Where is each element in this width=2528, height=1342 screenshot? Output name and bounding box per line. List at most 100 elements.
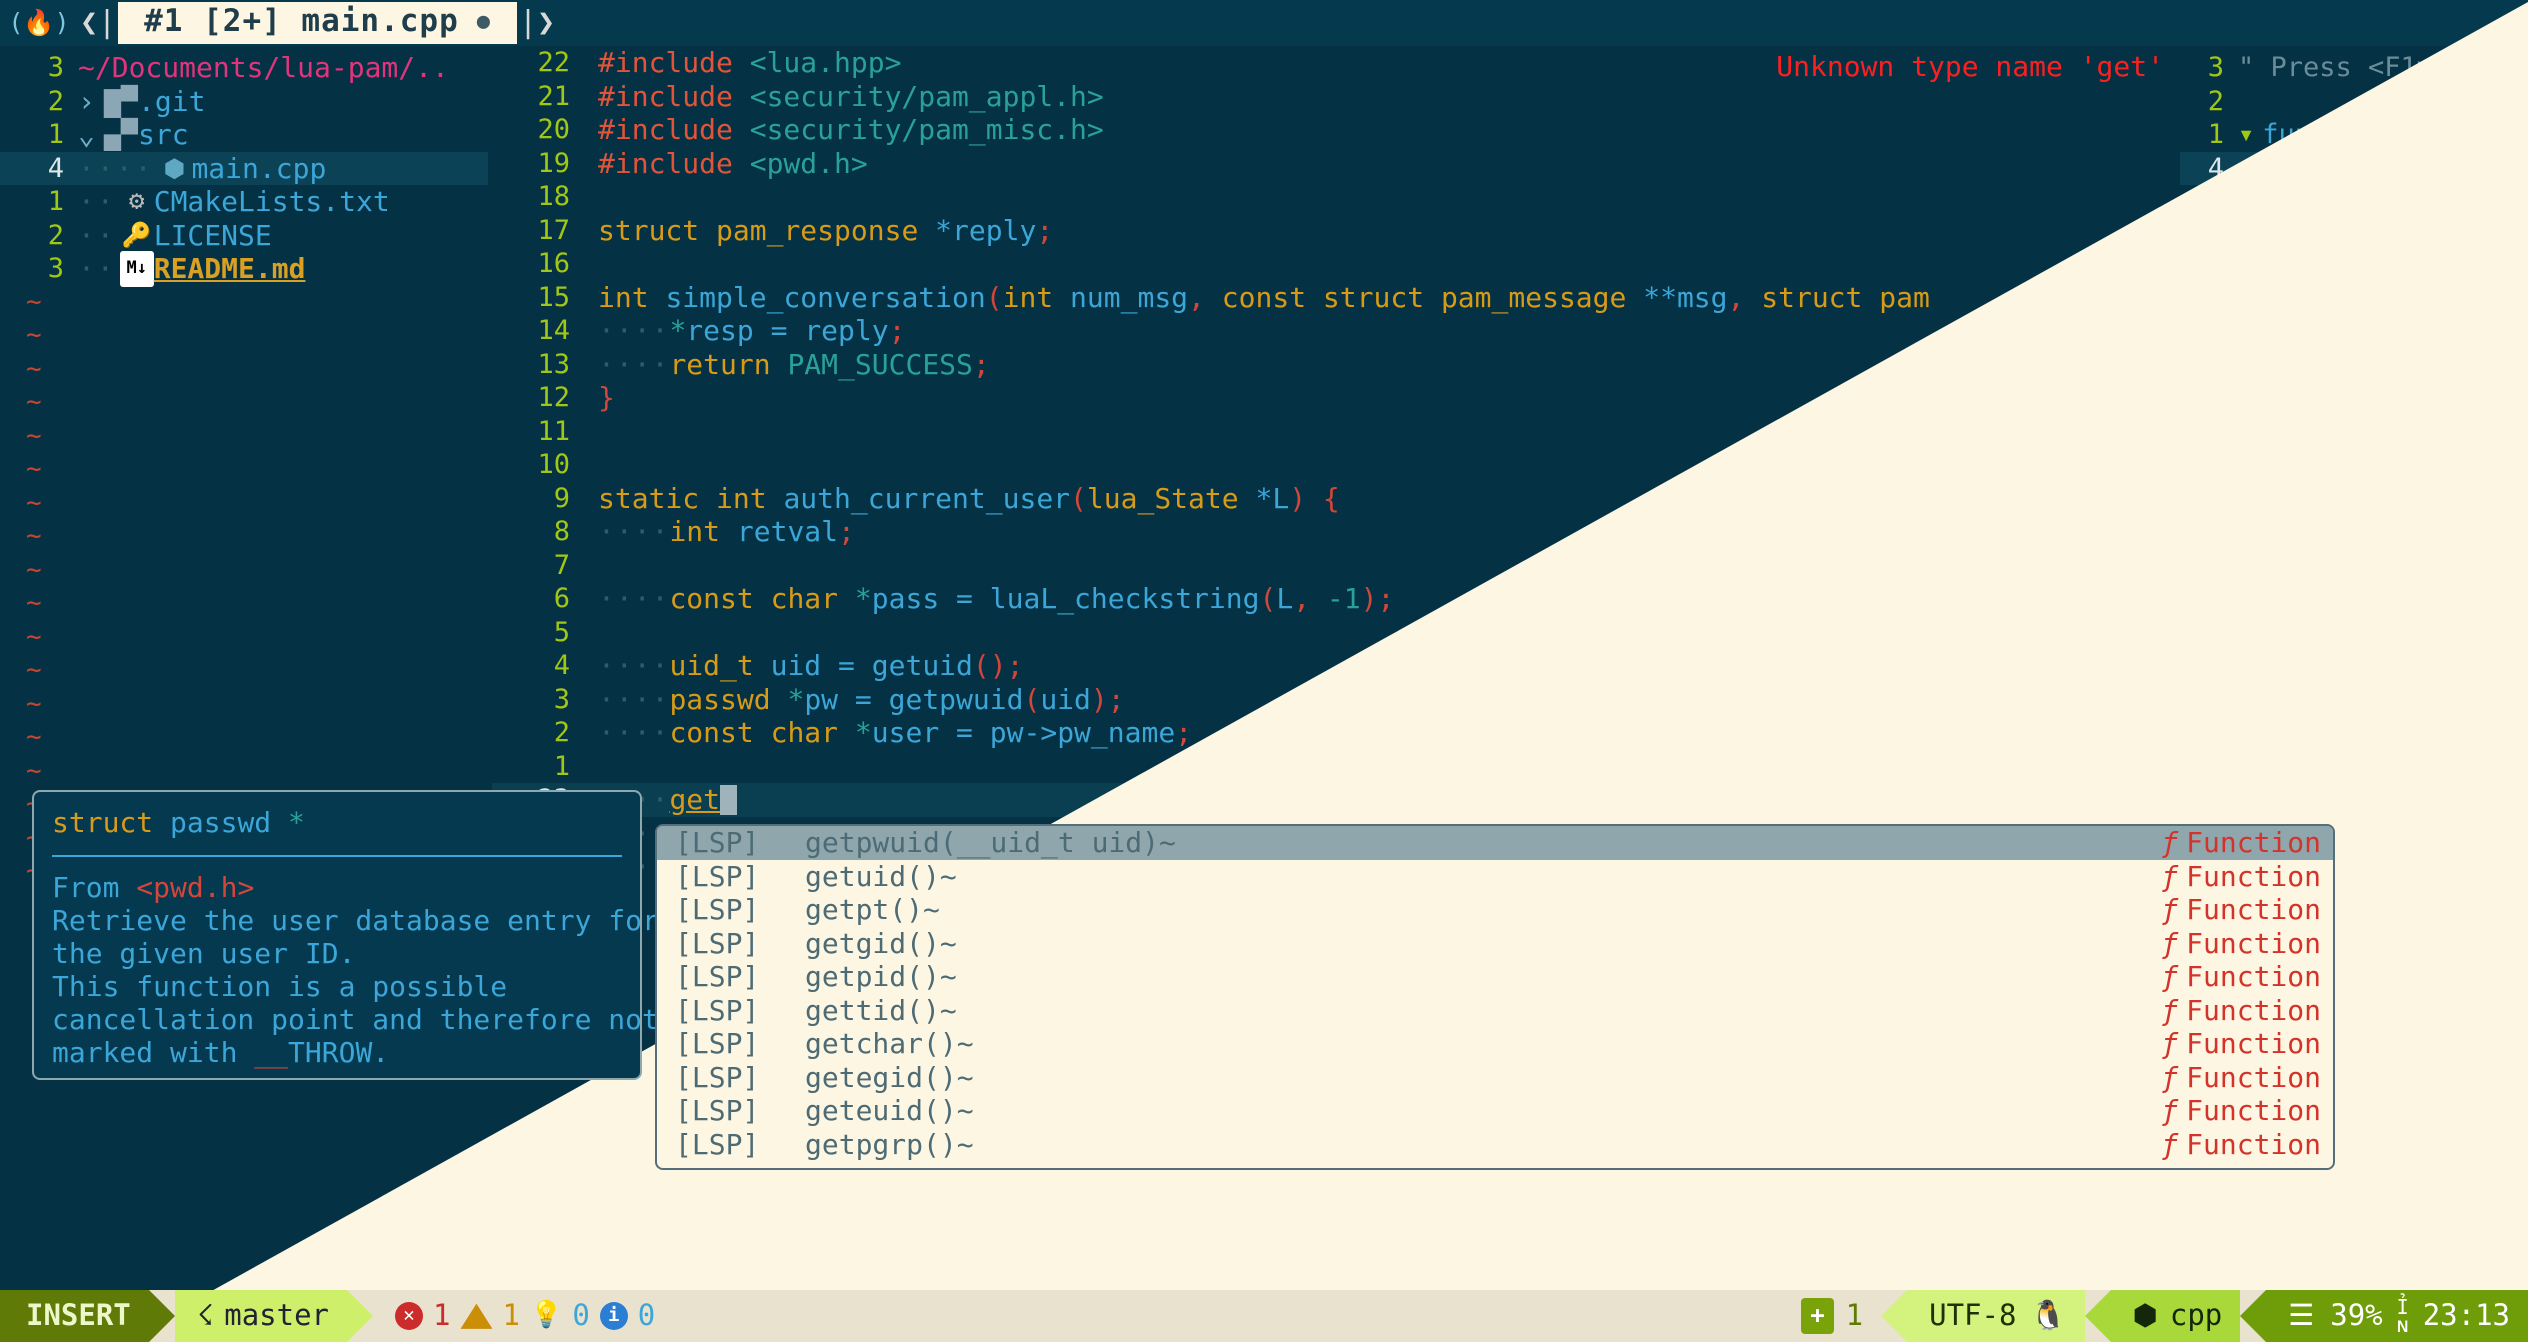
scroll-percent: 39% <box>2330 1299 2382 1333</box>
code-token: * <box>935 214 952 247</box>
fold-down-icon[interactable]: ▾ <box>2238 118 2262 152</box>
line-content: struct pam_response *reply; <box>588 214 1053 248</box>
code-token: = <box>956 716 990 749</box>
tree-empty-line: ~ <box>0 688 488 722</box>
completion-item[interactable]: [LSP]getuid()~ƒFunction <box>657 860 2333 894</box>
tree-empty-line: ~ <box>0 587 488 621</box>
code-line[interactable]: 17struct pam_response *reply; <box>492 214 2180 248</box>
chevron-down-icon[interactable]: ⌄ <box>78 118 104 152</box>
line-content: ····*resp = reply; <box>588 314 905 348</box>
tree-empty-line: ~ <box>0 621 488 655</box>
info-icon: i <box>600 1302 628 1330</box>
filetype-segment[interactable]: ⬢ cpp <box>2111 1290 2241 1342</box>
completion-item[interactable]: [LSP]getpgrp()~ƒFunction <box>657 1128 2333 1162</box>
code-line[interactable]: 19#include <pwd.h> <box>492 147 2180 181</box>
tilde-marker: ~ <box>0 386 42 420</box>
encoding-segment[interactable]: UTF-8 🐧 <box>1907 1290 2084 1342</box>
tree-row-readme[interactable]: 3 ·· M↓ README.md <box>0 252 488 286</box>
tree-row-license[interactable]: 2 ·· 🔑 LICENSE <box>0 219 488 253</box>
completion-item[interactable]: [LSP]getgid()~ƒFunction <box>657 927 2333 961</box>
tab-main-cpp[interactable]: #1 [2+] main.cpp ● <box>118 2 517 44</box>
completion-items[interactable]: [LSP]getpwuid(__uid_t uid)~ƒFunction[LSP… <box>657 826 2333 1161</box>
line-number: 11 <box>492 415 588 449</box>
git-diff-segment[interactable]: + 1 <box>1779 1290 1881 1342</box>
code-token: passwd <box>669 683 787 716</box>
line-number: 6 <box>492 582 588 616</box>
tree-empty-line: ~ <box>0 319 488 353</box>
tilde-marker: ~ <box>0 587 42 621</box>
code-token: ···· <box>598 683 669 716</box>
completion-kind: ƒFunction <box>2161 1027 2321 1061</box>
completion-item[interactable]: [LSP]getchar()~ƒFunction <box>657 1027 2333 1061</box>
code-token: PAM_SUCCESS <box>787 348 972 381</box>
tree-row-main-cpp[interactable]: 4 ···· ⬢ main.cpp <box>0 152 488 186</box>
code-token: <pwd.h> <box>750 147 868 180</box>
code-token: , <box>1728 281 1762 314</box>
completion-item[interactable]: [LSP]geteuid()~ƒFunction <box>657 1094 2333 1128</box>
line-content: int simple_conversation(int num_msg, con… <box>588 281 1930 315</box>
tree-row-git[interactable]: 2 › ▇▀ .git <box>0 85 488 119</box>
completion-item[interactable]: [LSP]getpid()~ƒFunction <box>657 960 2333 994</box>
cpp-icon: ⬢ <box>2133 1299 2170 1333</box>
tilde-marker: ~ <box>0 688 42 722</box>
completion-item[interactable]: [LSP]gettid()~ƒFunction <box>657 994 2333 1028</box>
encoding-separator-icon <box>1881 1290 1907 1342</box>
tab-modified-icon: ● <box>477 5 491 39</box>
tree-empty-line: ~ <box>0 286 488 320</box>
progress-segment[interactable]: ☰ 39% Ỉɴ 23:13 <box>2266 1290 2528 1342</box>
line-content: ····int retval; <box>588 515 855 549</box>
tree-row-src[interactable]: 1 ⌄ ▄▀ src <box>0 118 488 152</box>
tree-row-path[interactable]: 3 ~/Documents/lua-pam/.. <box>0 51 488 85</box>
code-token: ; <box>1175 716 1192 749</box>
code-token: retval <box>737 515 838 548</box>
code-token: msg <box>1677 281 1728 314</box>
line-number: 2 <box>492 716 588 750</box>
statusline-spacer <box>673 1290 1779 1342</box>
code-token: ); <box>1361 582 1395 615</box>
diagnostics-segment[interactable]: ✕ 1 1 💡 0 i 0 <box>373 1290 673 1342</box>
hint-icon: 💡 <box>530 1299 562 1333</box>
code-token: return <box>669 348 787 381</box>
code-token: int <box>1003 281 1070 314</box>
completion-item[interactable]: [LSP]getegid()~ƒFunction <box>657 1061 2333 1095</box>
tab-prev-icon[interactable]: ❮| <box>78 6 118 40</box>
code-token: * <box>855 716 872 749</box>
tree-item-label: .git <box>138 85 205 119</box>
completion-label: getegid()~ <box>805 1061 2161 1095</box>
code-line[interactable]: 20#include <security/pam_misc.h> <box>492 113 2180 147</box>
mode-indicator: INSERT <box>0 1290 149 1342</box>
tab-next-icon[interactable]: |❯ <box>517 6 557 40</box>
code-token: ···· <box>598 515 669 548</box>
file-tree-sidebar[interactable]: 3 ~/Documents/lua-pam/.. 2 › ▇▀ .git 1 ⌄… <box>0 46 488 1342</box>
hover-documentation-popup: struct passwd * From <pwd.h> Retrieve th… <box>32 790 642 1080</box>
tree-indent: ·· <box>78 219 120 253</box>
filetype-label: cpp <box>2170 1299 2222 1333</box>
git-branch-segment[interactable]: ☇ master <box>175 1290 347 1342</box>
completion-source: [LSP] <box>675 1128 805 1162</box>
line-content: } <box>588 381 615 415</box>
code-token: <lua.hpp> <box>750 46 902 79</box>
chevron-right-icon[interactable]: › <box>78 85 104 119</box>
completion-item[interactable]: [LSP]getpt()~ƒFunction <box>657 893 2333 927</box>
code-line[interactable]: 21#include <security/pam_appl.h> <box>492 80 2180 114</box>
hint-count: 0 <box>572 1299 589 1333</box>
code-token: lua_State <box>1087 482 1256 515</box>
completion-label: getuid()~ <box>805 860 2161 894</box>
code-line[interactable]: 16 <box>492 247 2180 281</box>
code-line[interactable]: 18 <box>492 180 2180 214</box>
code-token: char <box>771 582 855 615</box>
lsp-completion-popup[interactable]: [LSP]getpwuid(__uid_t uid)~ƒFunction[LSP… <box>655 824 2335 1170</box>
linux-penguin-icon: 🐧 <box>2016 1299 2066 1333</box>
completion-item[interactable]: [LSP]getpwuid(__uid_t uid)~ƒFunction <box>657 826 2333 860</box>
line-number: 15 <box>492 281 588 315</box>
tree-item-label: CMakeLists.txt <box>154 185 390 219</box>
completion-label: geteuid()~ <box>805 1094 2161 1128</box>
tilde-marker: ~ <box>0 520 42 554</box>
completion-source: [LSP] <box>675 826 805 860</box>
completion-kind: ƒFunction <box>2161 1128 2321 1162</box>
hover-signature: struct passwd * <box>52 806 622 839</box>
code-line[interactable]: 15int simple_conversation(int num_msg, c… <box>492 281 2180 315</box>
tree-row-cmakelists[interactable]: 1 ·· ⚙ CMakeLists.txt <box>0 185 488 219</box>
tilde-marker: ~ <box>0 755 42 789</box>
code-token: struct <box>1761 281 1879 314</box>
